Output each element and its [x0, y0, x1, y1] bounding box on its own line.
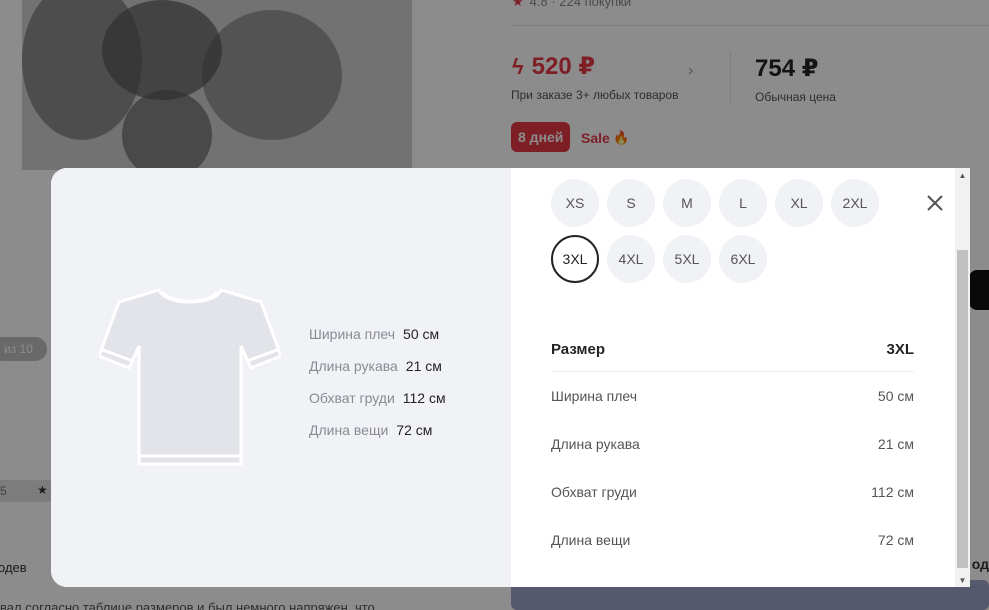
scrollbar[interactable]: ▲ ▼	[955, 168, 970, 587]
size-table-header: Размер 3XL	[551, 328, 914, 372]
close-button[interactable]	[925, 193, 945, 213]
size-option-6xl[interactable]: 6XL	[719, 235, 767, 283]
measurement-value: 21 см	[405, 358, 442, 374]
size-option-l[interactable]: L	[719, 179, 767, 227]
measurement-row: Ширина плеч 50 см	[309, 318, 446, 350]
row-value: 50 см	[877, 388, 914, 404]
measurement-value: 72 см	[396, 422, 433, 438]
size-option-4xl[interactable]: 4XL	[607, 235, 655, 283]
table-row: Длина рукава 21 см	[551, 420, 914, 468]
measurement-label: Длина рукава	[309, 358, 398, 374]
size-option-s[interactable]: S	[607, 179, 655, 227]
table-row: Обхват груди 112 см	[551, 468, 914, 516]
size-table: Размер 3XL Ширина плеч 50 см Длина рукава 2…	[551, 328, 914, 564]
scroll-up-arrow-icon[interactable]: ▲	[955, 168, 970, 182]
size-table-header-value: 3XL	[886, 341, 914, 358]
size-option-xl[interactable]: XL	[775, 179, 823, 227]
measurement-label: Обхват груди	[309, 390, 395, 406]
row-value: 21 см	[877, 436, 914, 452]
measurement-value: 112 см	[402, 390, 446, 406]
size-option-2xl[interactable]: 2XL	[831, 179, 879, 227]
measurement-row: Обхват груди 112 см	[309, 382, 446, 414]
size-illustration-panel: Ширина плеч 50 см Длина рукава 21 см Обхва…	[51, 168, 511, 587]
size-option-xs[interactable]: XS	[551, 179, 599, 227]
size-options: XS S M L XL 2XL 3XL 4XL 5XL 6XL	[551, 179, 911, 283]
scroll-down-arrow-icon[interactable]: ▼	[955, 573, 970, 587]
size-selector-panel: XS S M L XL 2XL 3XL 4XL 5XL 6XL Размер 3X…	[511, 168, 955, 587]
row-value: 72 см	[877, 532, 914, 548]
measurement-row: Длина рукава 21 см	[309, 350, 446, 382]
row-value: 112 см	[871, 484, 914, 500]
row-label: Длина вещи	[551, 532, 631, 548]
table-row: Длина вещи 72 см	[551, 516, 914, 564]
size-chart-modal: Ширина плеч 50 см Длина рукава 21 см Обхва…	[51, 168, 970, 587]
size-table-header-label: Размер	[551, 341, 606, 358]
row-label: Длина рукава	[551, 436, 640, 452]
tshirt-icon	[99, 288, 281, 466]
measurement-label: Длина вещи	[309, 422, 389, 438]
size-option-m[interactable]: M	[663, 179, 711, 227]
scrollbar-thumb[interactable]	[957, 250, 968, 568]
table-row: Ширина плеч 50 см	[551, 372, 914, 420]
measurement-value: 50 см	[403, 326, 440, 342]
close-icon	[927, 195, 943, 211]
measurement-row: Длина вещи 72 см	[309, 414, 446, 446]
size-option-5xl[interactable]: 5XL	[663, 235, 711, 283]
size-option-3xl[interactable]: 3XL	[551, 235, 599, 283]
measurement-label: Ширина плеч	[309, 326, 396, 342]
measurements-summary: Ширина плеч 50 см Длина рукава 21 см Обхва…	[309, 318, 446, 446]
row-label: Обхват груди	[551, 484, 637, 500]
row-label: Ширина плеч	[551, 388, 638, 404]
